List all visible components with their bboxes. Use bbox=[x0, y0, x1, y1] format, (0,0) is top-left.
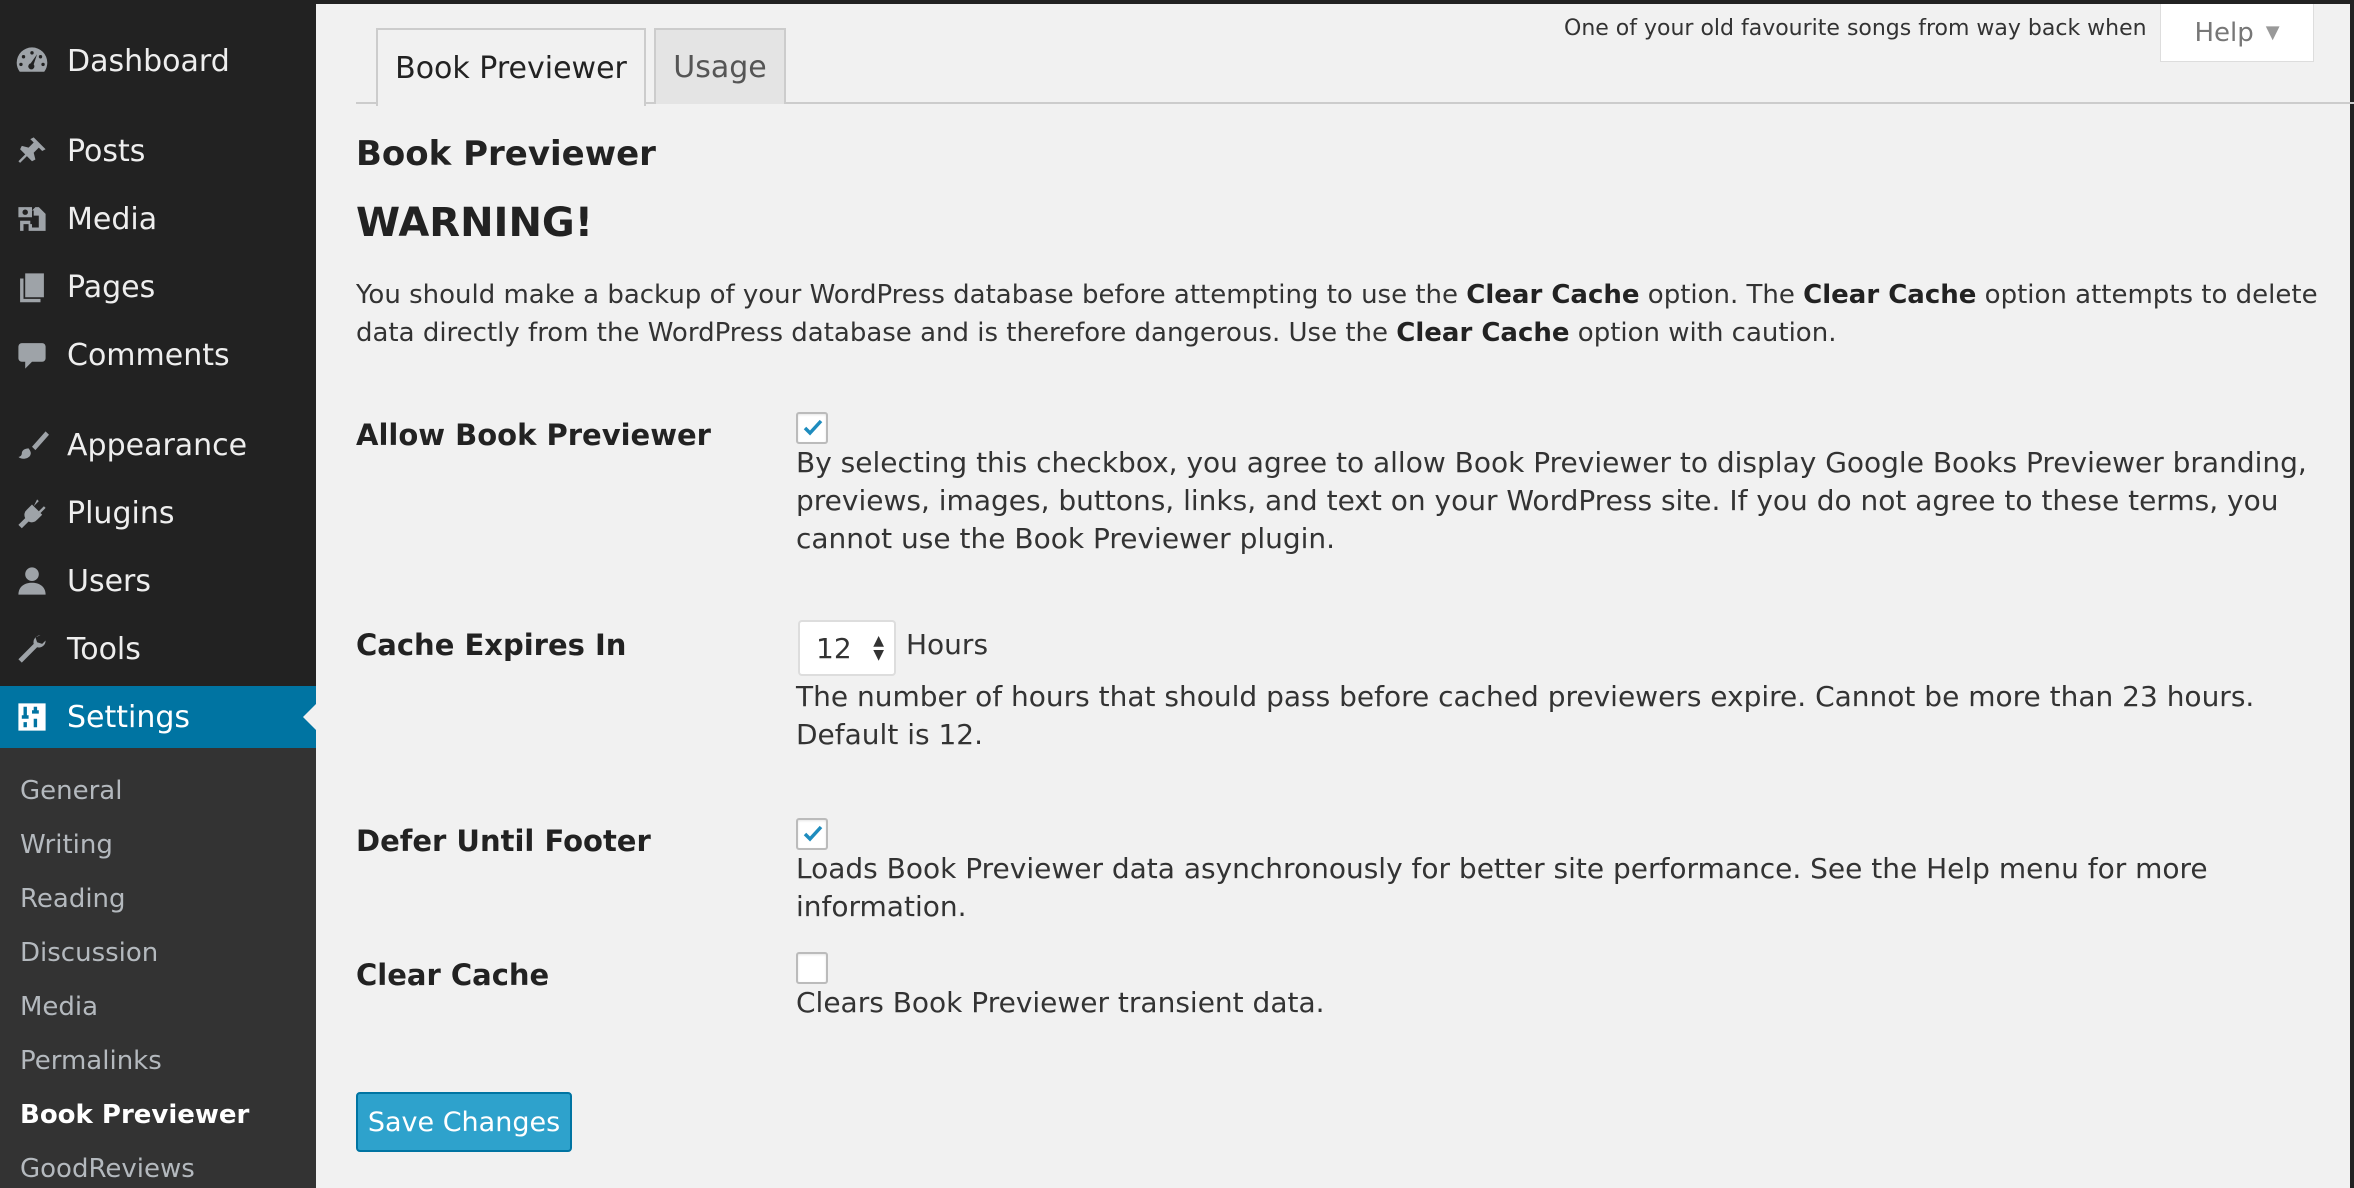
spinner-arrows-icon[interactable]: ▲ ▼ bbox=[873, 634, 884, 662]
sidebar-item-label: Settings bbox=[67, 699, 191, 735]
help-label: Help bbox=[2194, 17, 2254, 48]
cache-hours-value: 12 bbox=[816, 631, 852, 665]
settings-icon bbox=[15, 700, 49, 734]
user-icon bbox=[15, 564, 49, 598]
sidebar-item-label: Tools bbox=[67, 631, 141, 667]
sidebar-item-label: Dashboard bbox=[67, 43, 230, 79]
plug-icon bbox=[15, 496, 49, 530]
wrench-icon bbox=[15, 632, 49, 666]
allow-book-previewer-label: Allow Book Previewer bbox=[356, 418, 711, 452]
submenu-item-goodreviews[interactable]: GoodReviews bbox=[20, 1154, 195, 1184]
caret-down-icon: ▼ bbox=[2265, 22, 2280, 43]
submenu-item-media[interactable]: Media bbox=[20, 992, 98, 1022]
admin-sidebar: Dashboard Posts Media Pages Comments App… bbox=[0, 0, 316, 1188]
submenu-item-discussion[interactable]: Discussion bbox=[20, 938, 158, 968]
admin-top-border bbox=[316, 0, 2354, 4]
sidebar-item-dashboard[interactable]: Dashboard bbox=[0, 30, 316, 92]
sidebar-item-comments[interactable]: Comments bbox=[0, 324, 316, 386]
window-right-border bbox=[2350, 0, 2354, 1188]
submenu-item-writing[interactable]: Writing bbox=[20, 830, 113, 860]
checkmark-icon bbox=[803, 419, 823, 436]
sidebar-item-posts[interactable]: Posts bbox=[0, 120, 316, 182]
submenu-item-general[interactable]: General bbox=[20, 776, 122, 806]
pages-icon bbox=[15, 270, 49, 304]
cache-hours-input[interactable]: 12 ▲ ▼ bbox=[798, 620, 896, 676]
hours-unit-label: Hours bbox=[906, 628, 989, 661]
defer-until-footer-description: Loads Book Previewer data asynchronously… bbox=[796, 852, 2208, 923]
warning-paragraph: You should make a backup of your WordPre… bbox=[356, 280, 2318, 348]
sidebar-item-settings[interactable]: Settings bbox=[0, 686, 316, 748]
sidebar-item-label: Comments bbox=[67, 337, 230, 373]
allow-book-previewer-checkbox[interactable] bbox=[796, 412, 828, 444]
cache-expires-description: The number of hours that should pass bef… bbox=[796, 680, 2255, 751]
tab-book-previewer[interactable]: Book Previewer bbox=[376, 28, 646, 106]
checkmark-icon bbox=[803, 825, 823, 842]
page-title: Book Previewer bbox=[356, 134, 656, 174]
sidebar-item-label: Plugins bbox=[67, 495, 175, 531]
settings-submenu: General Writing Reading Discussion Media… bbox=[0, 748, 316, 1188]
cache-expires-label: Cache Expires In bbox=[356, 628, 627, 662]
sidebar-item-label: Pages bbox=[67, 269, 156, 305]
sidebar-item-tools[interactable]: Tools bbox=[0, 618, 316, 680]
sidebar-item-appearance[interactable]: Appearance bbox=[0, 414, 316, 476]
submenu-item-book-previewer[interactable]: Book Previewer bbox=[20, 1100, 249, 1130]
save-changes-button[interactable]: Save Changes bbox=[356, 1092, 572, 1152]
sidebar-item-plugins[interactable]: Plugins bbox=[0, 482, 316, 544]
warning-heading: WARNING! bbox=[356, 200, 593, 246]
comment-icon bbox=[15, 338, 49, 372]
defer-until-footer-checkbox[interactable] bbox=[796, 818, 828, 850]
clear-cache-checkbox[interactable] bbox=[796, 952, 828, 984]
brush-icon bbox=[15, 428, 49, 462]
help-tab-button[interactable]: Help ▼ bbox=[2160, 4, 2314, 62]
allow-book-previewer-description: By selecting this checkbox, you agree to… bbox=[796, 446, 2307, 555]
sidebar-item-pages[interactable]: Pages bbox=[0, 256, 316, 318]
hello-dolly-lyric: One of your old favourite songs from way… bbox=[1564, 16, 2147, 41]
sidebar-item-users[interactable]: Users bbox=[0, 550, 316, 612]
media-icon bbox=[15, 202, 49, 236]
sidebar-item-media[interactable]: Media bbox=[0, 188, 316, 250]
sidebar-item-label: Appearance bbox=[67, 427, 248, 463]
clear-cache-label: Clear Cache bbox=[356, 958, 550, 992]
submenu-item-reading[interactable]: Reading bbox=[20, 884, 126, 914]
pin-icon bbox=[15, 134, 49, 168]
sidebar-item-label: Users bbox=[67, 563, 152, 599]
sidebar-item-label: Posts bbox=[67, 133, 146, 169]
dashboard-icon bbox=[15, 44, 49, 78]
clear-cache-description: Clears Book Previewer transient data. bbox=[796, 986, 1325, 1019]
tab-usage[interactable]: Usage bbox=[654, 28, 786, 104]
sidebar-item-label: Media bbox=[67, 201, 158, 237]
submenu-item-permalinks[interactable]: Permalinks bbox=[20, 1046, 162, 1076]
defer-until-footer-label: Defer Until Footer bbox=[356, 824, 651, 858]
